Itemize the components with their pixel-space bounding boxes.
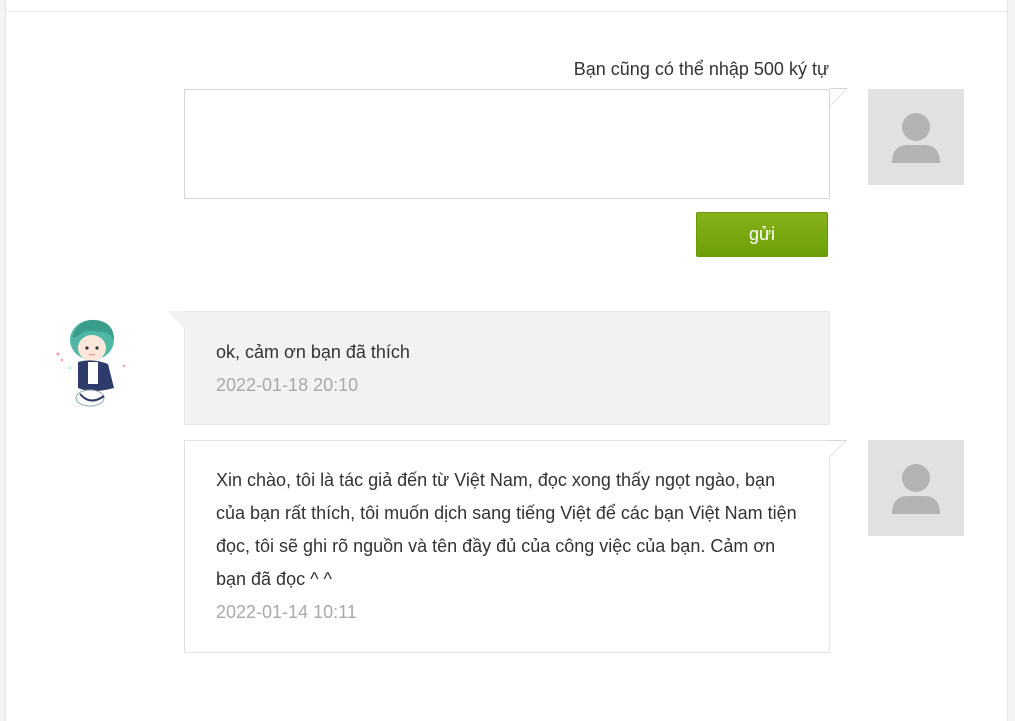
commenter-avatar[interactable] (868, 440, 964, 536)
cartoon-boy-avatar (56, 319, 126, 407)
char-limit-hint: Bạn cũng có thể nhập 500 ký tự (573, 59, 829, 79)
default-user-icon (892, 113, 940, 163)
comment-input[interactable] (184, 89, 830, 199)
bubble-pointer (829, 440, 847, 458)
top-divider (6, 11, 1007, 12)
comment-text: Xin chào, tôi là tác giả đến từ Việt Nam… (216, 470, 797, 589)
comment-timestamp: 2022-01-18 20:10 (216, 375, 359, 395)
default-user-icon (892, 464, 940, 514)
comment-bubble: ok, cảm ơn bạn đã thích 2022-01-18 20:10 (167, 311, 830, 425)
current-user-avatar (868, 89, 964, 185)
comment-panel: Bạn cũng có thể nhập 500 ký tự gửi ok, c… (5, 0, 1008, 721)
commenter-avatar[interactable] (48, 310, 136, 410)
comment-bubble: Xin chào, tôi là tác giả đến từ Việt Nam… (184, 440, 847, 653)
comment-text: ok, cảm ơn bạn đã thích (216, 342, 410, 362)
comment-input-wrapper (184, 88, 848, 199)
bubble-pointer (167, 311, 185, 329)
bubble-pointer (830, 88, 848, 106)
comment-timestamp: 2022-01-14 10:11 (216, 602, 357, 622)
send-button[interactable]: gửi (696, 212, 828, 257)
